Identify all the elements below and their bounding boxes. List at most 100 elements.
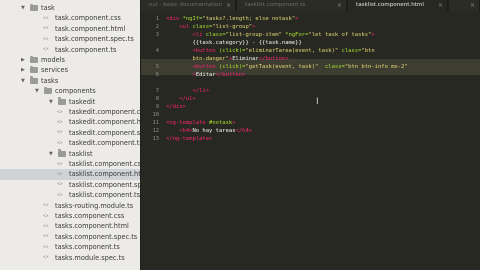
file-icon bbox=[57, 117, 64, 128]
close-icon[interactable]: × bbox=[337, 0, 342, 11]
tree-item-label: components bbox=[55, 87, 96, 96]
file-item[interactable]: taskedit.component.html bbox=[0, 117, 140, 128]
file-icon bbox=[43, 221, 50, 232]
code-area[interactable]: <div *ngIf="tasks?.length; else notask">… bbox=[166, 11, 480, 270]
tab-label: tasklist.component.html bbox=[356, 2, 424, 8]
tab-extra[interactable]: × bbox=[449, 0, 480, 11]
file-item[interactable]: task.component.css bbox=[0, 13, 140, 24]
line-number: 12 bbox=[152, 128, 160, 134]
close-icon[interactable]: × bbox=[470, 0, 475, 11]
tree-item-label: models bbox=[41, 56, 65, 64]
code-line[interactable]: </ul> bbox=[166, 95, 196, 103]
code-token: > bbox=[295, 16, 299, 22]
tree-item-label: tasks-routing.module.ts bbox=[55, 201, 134, 210]
file-icon bbox=[43, 23, 50, 34]
code-token: #notask bbox=[209, 120, 233, 126]
chevron-down-icon[interactable]: ▼ bbox=[49, 97, 53, 108]
file-item[interactable]: taskedit.component.ts bbox=[0, 138, 140, 149]
code-token: <li bbox=[192, 32, 206, 38]
file-icon bbox=[43, 252, 50, 263]
folder-item[interactable]: ▼ tasks bbox=[0, 76, 140, 87]
line-number: 9 bbox=[155, 104, 159, 110]
file-item[interactable]: tasks.component.html bbox=[0, 221, 140, 232]
file-item[interactable]: tasks.component.ts bbox=[0, 242, 140, 253]
file-icon bbox=[57, 179, 64, 190]
code-token: <ng-template bbox=[166, 120, 210, 126]
code-line[interactable]: </ng-template> bbox=[166, 135, 212, 143]
close-icon[interactable]: × bbox=[438, 0, 443, 11]
tree-item-label: tasks bbox=[41, 76, 59, 85]
code-token: (click)= bbox=[219, 64, 246, 70]
code-line[interactable]: <button (click)="eliminarTarea(event, ta… bbox=[166, 47, 375, 55]
file-icon bbox=[43, 34, 50, 45]
chevron-right-icon[interactable]: ▶ bbox=[21, 65, 25, 76]
code-token: </ul> bbox=[179, 96, 196, 102]
folder-item[interactable]: ▼ taskedit bbox=[0, 97, 140, 108]
file-item[interactable]: tasklist.component.ts bbox=[0, 190, 140, 201]
code-token: class= bbox=[341, 48, 362, 54]
code-editor[interactable]: 1 2 3 4 5 6 7 8 9 10 11 12 13 <div *ngIf="tasks?.len… bbox=[141, 11, 480, 270]
tree-item-label: task.component.css bbox=[55, 14, 121, 23]
code-line[interactable]: </div> bbox=[166, 103, 186, 111]
code-line[interactable]: <div *ngIf="tasks?.length; else notask"> bbox=[166, 15, 298, 23]
file-item[interactable]: task.component.spec.ts bbox=[0, 34, 140, 45]
chevron-down-icon[interactable]: ▼ bbox=[35, 86, 39, 97]
code-token: </h4> bbox=[235, 128, 253, 134]
tab-tasklist-html[interactable]: tasklist.component.html × bbox=[348, 0, 448, 11]
file-item[interactable]: task.component.html bbox=[0, 23, 140, 35]
code-line[interactable]: >Editar</button> bbox=[166, 71, 246, 79]
tree-item-label: tasks.component.css bbox=[55, 212, 125, 220]
code-token: <button bbox=[192, 48, 219, 54]
folder-icon bbox=[58, 149, 66, 157]
tree-item-label: tasks.module.spec.ts bbox=[55, 253, 125, 262]
tree-item-label: services bbox=[41, 66, 69, 75]
folder-item[interactable]: ▶ services bbox=[0, 65, 140, 76]
file-item[interactable]: tasklist.component.css bbox=[0, 159, 140, 170]
file-item[interactable]: task.component.ts bbox=[0, 44, 140, 56]
file-item[interactable]: tasks-routing.module.ts bbox=[0, 200, 140, 212]
file-icon bbox=[43, 242, 50, 253]
chevron-down-icon[interactable]: ▼ bbox=[21, 3, 25, 14]
code-token: "getTask(event, task)" bbox=[245, 64, 325, 70]
code-line[interactable]: <ng-template #notask> bbox=[166, 119, 236, 127]
code-token: </button> bbox=[215, 72, 246, 78]
code-line[interactable]: {{task.category}} - {{task.name}} bbox=[166, 39, 301, 47]
tree-item-label: taskedit.component.spec.ts bbox=[69, 128, 141, 137]
folder-item[interactable]: ▼ components bbox=[0, 86, 140, 97]
code-line[interactable]: <button (click)="getTask(event, task)" c… bbox=[166, 63, 408, 71]
tab-tasklist-ts[interactable]: tasklist.component.ts × bbox=[237, 0, 347, 11]
chevron-down-icon[interactable]: ▼ bbox=[49, 149, 53, 160]
line-number: 8 bbox=[155, 96, 159, 102]
folder-item[interactable]: ▶ models bbox=[0, 55, 140, 66]
tree-item-label: tasklist bbox=[69, 149, 93, 158]
code-token: *ngFor= bbox=[285, 32, 309, 38]
chevron-right-icon[interactable]: ▶ bbox=[21, 55, 25, 66]
line-number: 10 bbox=[152, 112, 160, 118]
tab-documentation[interactable]: nul - basic documentation × bbox=[141, 0, 236, 11]
code-line[interactable]: <h4>No hay tareas</h4> bbox=[166, 127, 252, 135]
code-line[interactable]: </li> bbox=[166, 87, 210, 95]
file-item[interactable]: taskedit.component.css bbox=[0, 107, 140, 118]
file-item[interactable]: tasklist.component.html bbox=[0, 169, 140, 181]
code-line[interactable]: <li class="list-group-item" *ngFor="let … bbox=[166, 31, 375, 39]
code-line[interactable]: <ul class="list-group"> bbox=[166, 23, 255, 31]
file-item[interactable]: tasks.component.spec.ts bbox=[0, 231, 140, 243]
file-icon bbox=[43, 211, 50, 222]
close-icon[interactable]: × bbox=[226, 0, 231, 11]
file-item[interactable]: tasklist.component.spec.ts bbox=[0, 179, 140, 191]
file-item[interactable]: tasks.module.spec.ts bbox=[0, 252, 140, 264]
file-item[interactable]: tasks.component.css bbox=[0, 211, 140, 222]
line-number-gutter: 1 2 3 4 5 6 7 8 9 10 11 12 13 bbox=[141, 11, 160, 270]
code-token: Eliminar bbox=[232, 56, 259, 62]
chevron-down-icon[interactable]: ▼ bbox=[21, 76, 25, 87]
code-line[interactable]: btn-danger">Eliminar</button> bbox=[166, 55, 288, 63]
folder-item[interactable]: ▼ tasklist bbox=[0, 149, 140, 160]
file-item[interactable]: taskedit.component.spec.ts bbox=[0, 127, 141, 139]
folder-item[interactable]: ▼ task bbox=[0, 3, 140, 14]
